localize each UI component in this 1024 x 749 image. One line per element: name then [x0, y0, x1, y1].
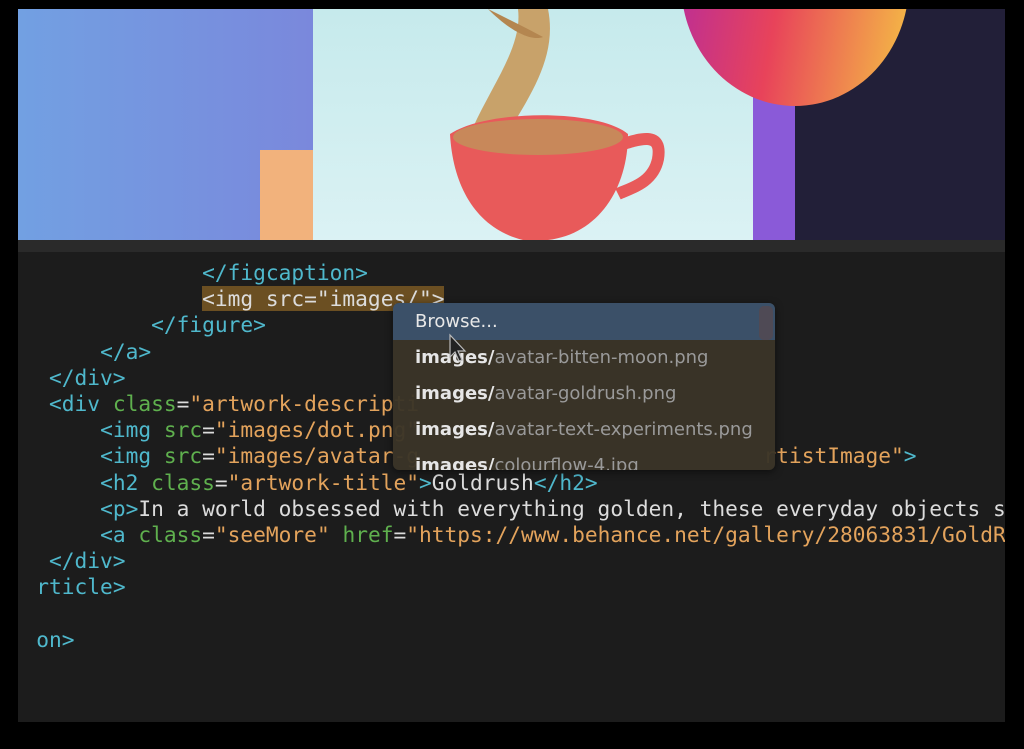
coffee-cup-image [450, 9, 665, 240]
code-line[interactable]: rticle> [18, 574, 126, 600]
code-token: <img [100, 417, 164, 443]
code-token: class [151, 469, 215, 495]
code-line[interactable]: <img src="images/dot.png" [18, 417, 419, 443]
mouse-cursor-icon [449, 333, 467, 362]
code-token: class [138, 522, 203, 547]
code-token: <img [100, 443, 164, 469]
code-line[interactable]: </a> [18, 339, 151, 365]
code-token: </a> [100, 338, 152, 364]
code-token: on> [36, 626, 75, 652]
code-token: "artwork-title" [227, 469, 419, 495]
code-line[interactable]: </figure> [18, 312, 266, 338]
code-line[interactable]: <p>In a world obsessed with everything g… [18, 496, 1005, 522]
code-token: src [163, 443, 203, 469]
code-token: <h2 [100, 469, 152, 495]
code-token: src [163, 417, 203, 443]
code-line[interactable]: <img src="images/"> [18, 286, 445, 312]
code-token: > [903, 443, 917, 469]
code-token: </div> [49, 364, 126, 390]
code-token: </div> [49, 548, 126, 574]
autocomplete-option[interactable]: images/avatar-text-experiments.png [393, 412, 775, 448]
code-line[interactable]: <div class="artwork-descripti [18, 391, 419, 417]
code-token: "seeMore" [214, 522, 343, 547]
code-line[interactable]: on> [18, 626, 75, 653]
preview-peach-block [260, 150, 313, 240]
autocomplete-option[interactable]: images/colourflow-4.jpg [393, 448, 775, 470]
option-filename: avatar-text-experiments.png [494, 419, 753, 440]
code-token: "images/avatar-g [214, 443, 419, 469]
live-preview [18, 9, 1005, 240]
option-filename: colourflow-4.jpg [494, 455, 639, 470]
code-line[interactable]: </div> [18, 548, 126, 574]
code-line[interactable]: </figcaption> [18, 260, 368, 286]
panel-divider[interactable] [18, 240, 1005, 252]
code-token: "artwork-descripti [189, 391, 419, 416]
code-token: = [214, 469, 228, 495]
code-token: rticle> [36, 574, 126, 600]
code-token: Goldrush [431, 469, 534, 495]
code-token: </figure> [151, 312, 266, 338]
autocomplete-option[interactable]: images/avatar-goldrush.png [393, 376, 775, 412]
option-prefix: images/ [415, 419, 495, 440]
code-line[interactable]: <a class="seeMore" href="https://www.beh… [18, 522, 1005, 548]
code-token: <p> [100, 495, 139, 521]
code-token: > [418, 469, 432, 495]
code-token: class [112, 391, 177, 416]
code-line[interactable]: <h2 class="artwork-title">Goldrush</h2> [18, 470, 598, 496]
code-token: = [202, 522, 215, 547]
code-token: "https://www.behance.net/gallery/2806383… [406, 522, 1005, 547]
preview-purple-strip [753, 97, 795, 240]
code-token: rtistImage" [763, 443, 904, 469]
option-prefix: images/ [415, 455, 495, 470]
editor-window: </figcaption> <img src="images/"> </figu… [18, 9, 1005, 722]
code-token: In a world obsessed with everything gold… [138, 495, 1005, 521]
code-token: "images/dot.png" [214, 417, 419, 443]
dropdown-scrollbar[interactable] [759, 306, 773, 340]
option-filename: avatar-goldrush.png [494, 383, 677, 404]
code-token: <a [100, 522, 139, 547]
code-token: = [202, 417, 215, 443]
code-token: = [202, 443, 215, 469]
code-token: </h2> [533, 469, 598, 495]
code-line[interactable]: </div> [18, 365, 126, 391]
code-token: href [342, 522, 394, 547]
code-token: <div [49, 391, 113, 416]
option-prefix: images/ [415, 383, 495, 404]
code-token: = [393, 522, 407, 547]
code-token: </figcaption> [202, 260, 368, 285]
code-token: = [176, 391, 190, 416]
option-filename: avatar-bitten-moon.png [494, 347, 709, 368]
autocomplete-dropdown[interactable]: Browse... images/avatar-bitten-moon.png i… [393, 303, 775, 470]
